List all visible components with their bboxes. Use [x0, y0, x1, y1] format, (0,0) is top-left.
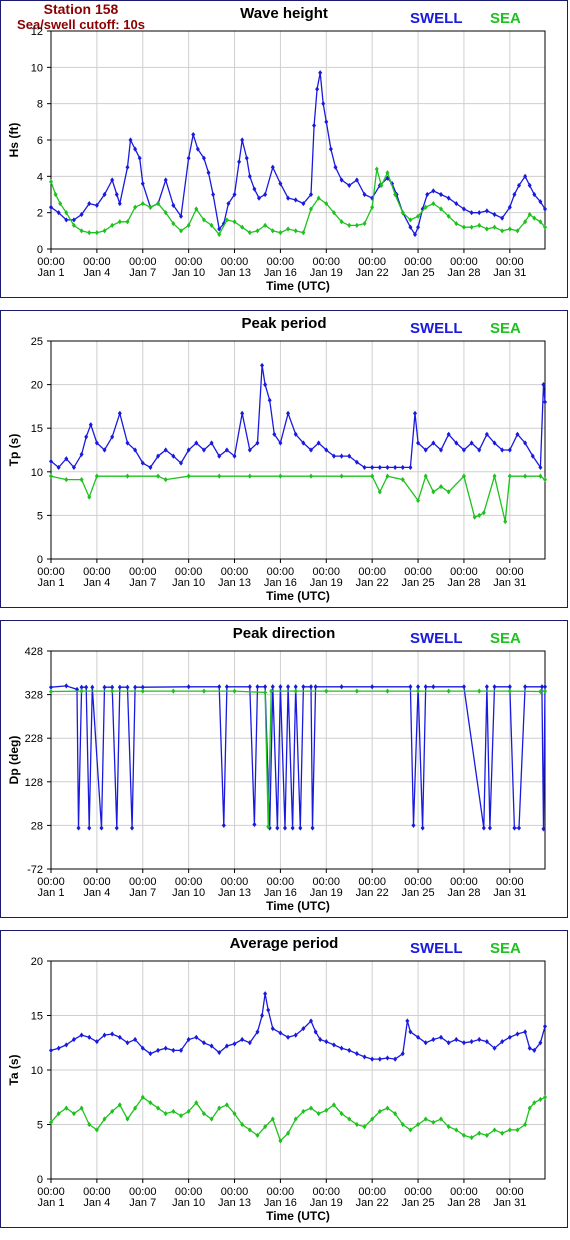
chart-panel: Average period SWELL SEA 0 5 10 15 20 00:00 Ja…	[0, 930, 568, 1228]
x-tick-label: Jan 4	[83, 267, 110, 279]
x-tick-label: Jan 4	[83, 1197, 110, 1209]
x-axis-label: Time (UTC)	[266, 899, 330, 913]
y-tick-label: 8	[37, 99, 43, 111]
x-tick-label: Jan 10	[172, 577, 205, 589]
chart-panel: Station 158 Sea/swell cutoff: 10s Wave h…	[0, 0, 568, 298]
x-tick-label: Jan 19	[310, 1197, 343, 1209]
y-axis-label: Dp (deg)	[7, 736, 21, 785]
y-axis-label: Hs (ft)	[7, 123, 21, 158]
x-tick-label: Jan 13	[218, 577, 251, 589]
y-tick-label: 12	[31, 26, 43, 38]
y-tick-label: 328	[25, 690, 43, 702]
x-tick-label: Jan 28	[447, 1197, 480, 1209]
y-tick-label: 6	[37, 135, 43, 147]
y-tick-label: -72	[27, 864, 43, 876]
y-axis-label: Ta (s)	[7, 1054, 21, 1085]
x-tick-label: Jan 22	[356, 267, 389, 279]
x-tick-label: Jan 31	[493, 577, 526, 589]
x-tick-label: Jan 7	[129, 267, 156, 279]
y-tick-label: 28	[31, 820, 43, 832]
x-tick-label: Jan 16	[264, 577, 297, 589]
y-tick-label: 15	[31, 1011, 43, 1023]
x-axis-label: Time (UTC)	[266, 589, 330, 603]
x-tick-label: Jan 7	[129, 1197, 156, 1209]
x-tick-label: Jan 25	[402, 267, 435, 279]
x-axis-label: Time (UTC)	[266, 279, 330, 293]
y-tick-label: 228	[25, 733, 43, 745]
y-tick-label: 20	[31, 380, 43, 392]
y-tick-label: 10	[31, 467, 43, 479]
x-tick-label: Jan 13	[218, 887, 251, 899]
y-tick-label: 25	[31, 336, 43, 348]
chart-plot: 02468101200:00Jan 100:00Jan 400:00Jan 70…	[7, 26, 547, 293]
x-tick-label: Jan 13	[218, 1197, 251, 1209]
chart-plot: 0510152000:00Jan 100:00Jan 400:00Jan 700…	[7, 956, 547, 1223]
x-tick-label: Jan 16	[264, 887, 297, 899]
x-tick-label: Jan 1	[38, 1197, 65, 1209]
y-tick-label: 428	[25, 646, 43, 658]
x-tick-label: Jan 19	[310, 887, 343, 899]
x-tick-label: Jan 4	[83, 887, 110, 899]
x-tick-label: Jan 1	[38, 267, 65, 279]
x-tick-label: Jan 25	[402, 577, 435, 589]
plot-area	[51, 341, 545, 559]
y-tick-label: 0	[37, 1174, 43, 1186]
chart-panel: Peak period SWELL SEA 0 5 10 15 20 25 00:00 Jan…	[0, 310, 568, 608]
x-tick-label: Jan 28	[447, 577, 480, 589]
x-tick-label: Jan 13	[218, 267, 251, 279]
y-tick-label: 20	[31, 956, 43, 968]
x-tick-label: Jan 22	[356, 1197, 389, 1209]
chart-plot: -722812822832842800:00Jan 100:00Jan 400:…	[7, 646, 547, 913]
x-tick-label: Jan 25	[402, 1197, 435, 1209]
y-tick-label: 0	[37, 554, 43, 566]
chart-panel: Peak direction SWELL SEA -72 28 128 228 328 4…	[0, 620, 568, 918]
x-tick-label: Jan 4	[83, 577, 110, 589]
x-tick-label: Jan 28	[447, 887, 480, 899]
x-tick-label: Jan 16	[264, 1197, 297, 1209]
x-tick-label: Jan 28	[447, 267, 480, 279]
y-tick-label: 5	[37, 510, 43, 522]
y-tick-label: 4	[37, 171, 43, 183]
chart-plot: 051015202500:00Jan 100:00Jan 400:00Jan 7…	[7, 336, 547, 603]
x-tick-label: Jan 22	[356, 887, 389, 899]
x-tick-label: Jan 1	[38, 577, 65, 589]
x-tick-label: Jan 31	[493, 1197, 526, 1209]
y-axis-label: Tp (s)	[7, 434, 21, 467]
x-tick-label: Jan 25	[402, 887, 435, 899]
y-tick-label: 128	[25, 777, 43, 789]
x-tick-label: Jan 7	[129, 577, 156, 589]
x-tick-label: Jan 19	[310, 267, 343, 279]
x-tick-label: Jan 1	[38, 887, 65, 899]
x-tick-label: Jan 22	[356, 577, 389, 589]
y-tick-label: 15	[31, 423, 43, 435]
x-tick-label: Jan 10	[172, 887, 205, 899]
x-tick-label: Jan 19	[310, 577, 343, 589]
x-axis-label: Time (UTC)	[266, 1209, 330, 1223]
x-tick-label: Jan 16	[264, 267, 297, 279]
x-tick-label: Jan 10	[172, 267, 205, 279]
y-tick-label: 5	[37, 1120, 43, 1132]
x-tick-label: Jan 31	[493, 267, 526, 279]
x-tick-label: Jan 7	[129, 887, 156, 899]
x-tick-label: Jan 31	[493, 887, 526, 899]
y-tick-label: 0	[37, 244, 43, 256]
y-tick-label: 10	[31, 62, 43, 74]
y-tick-label: 10	[31, 1065, 43, 1077]
x-tick-label: Jan 10	[172, 1197, 205, 1209]
y-tick-label: 2	[37, 208, 43, 220]
